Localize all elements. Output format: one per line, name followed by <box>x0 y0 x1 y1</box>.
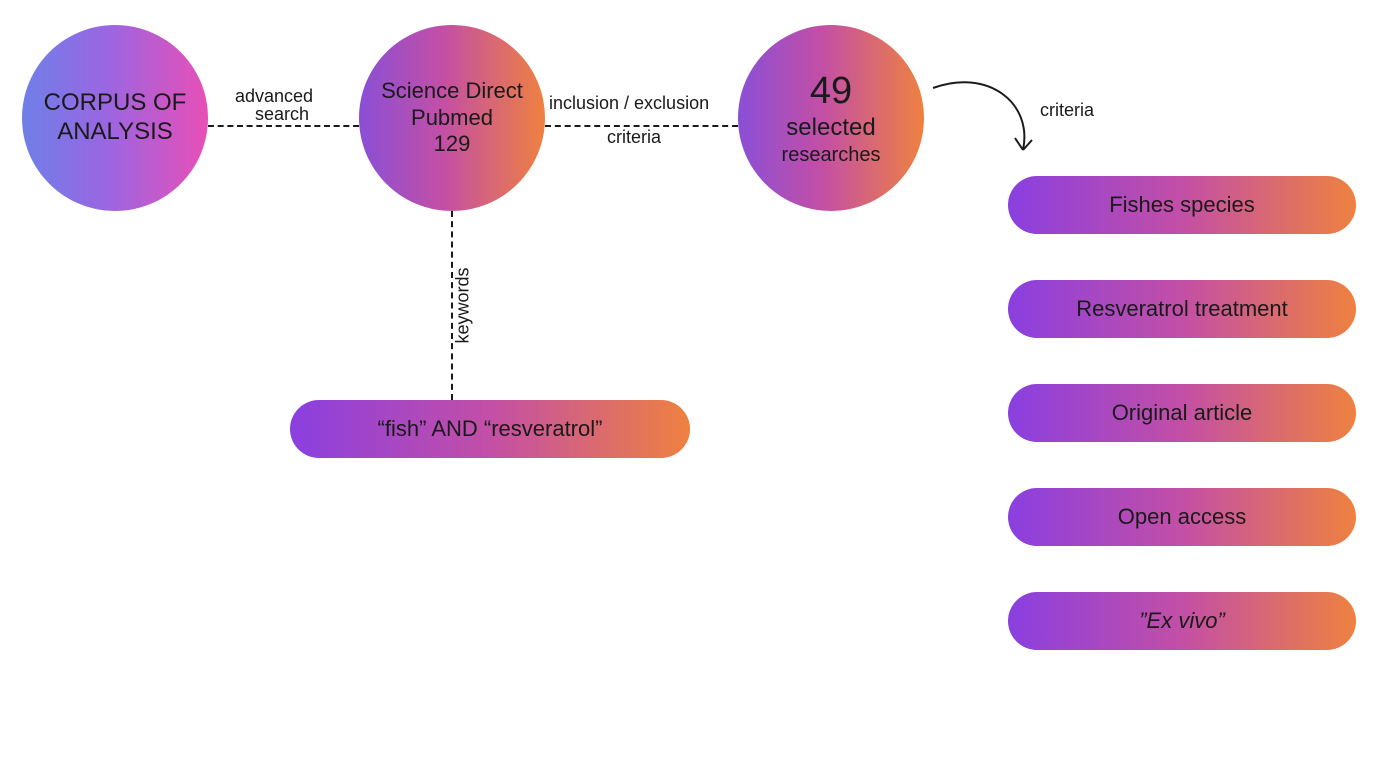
node-corpus-line1: CORPUS OF <box>44 89 187 118</box>
connector-keywords-label: keywords <box>453 267 474 343</box>
criteria-list: Fishes species Resveratrol treatment Ori… <box>1008 176 1356 650</box>
node-databases: Science Direct Pubmed 129 <box>359 25 545 211</box>
connector2-label-line1: inclusion / exclusion <box>549 94 709 113</box>
node-selected-count: 49 <box>810 69 852 115</box>
criteria-item-label: Original article <box>1112 400 1253 426</box>
node-databases-line2: Pubmed <box>411 105 493 131</box>
criteria-item: Original article <box>1008 384 1356 442</box>
criteria-item: Fishes species <box>1008 176 1356 234</box>
node-corpus-of-analysis: CORPUS OF ANALYSIS <box>22 25 208 211</box>
node-selected-line1: selected <box>786 114 875 143</box>
node-selected-researches: 49 selected researches <box>738 25 924 211</box>
node-databases-line1: Science Direct <box>381 78 523 104</box>
pill-keywords: “fish” AND “resveratrol” <box>290 400 690 458</box>
arrow-selected-to-criteria <box>928 78 1048 168</box>
connector1-label-line2: search <box>255 105 309 124</box>
pill-keywords-text: “fish” AND “resveratrol” <box>378 416 603 442</box>
connector2-label-line2: criteria <box>607 128 661 147</box>
node-selected-line2: researches <box>782 143 881 167</box>
criteria-item-label: Fishes species <box>1109 192 1255 218</box>
diagram-stage: CORPUS OF ANALYSIS advanced search Scien… <box>0 0 1387 779</box>
node-databases-count: 129 <box>434 131 471 157</box>
node-corpus-line2: ANALYSIS <box>57 118 173 147</box>
criteria-item-label: Open access <box>1118 504 1246 530</box>
criteria-item: Open access <box>1008 488 1356 546</box>
criteria-item: ”Ex vivo” <box>1008 592 1356 650</box>
criteria-item: Resveratrol treatment <box>1008 280 1356 338</box>
criteria-item-label: ”Ex vivo” <box>1139 608 1225 634</box>
connector-corpus-to-databases <box>208 125 359 127</box>
criteria-item-label: Resveratrol treatment <box>1076 296 1288 322</box>
arrow-criteria-label: criteria <box>1040 100 1094 121</box>
